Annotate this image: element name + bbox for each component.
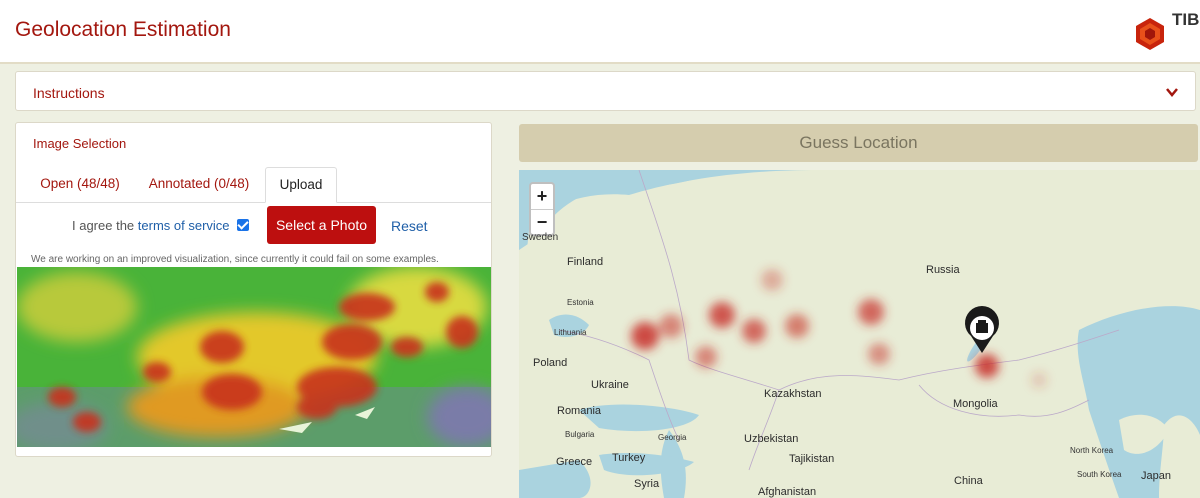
zoom-control: + −	[529, 182, 555, 236]
map-label: Tajikistan	[789, 453, 835, 465]
map-label: Bulgaria	[565, 430, 595, 439]
agree-prefix: I agree the	[72, 218, 135, 233]
map-label: Lithuania	[554, 328, 587, 337]
map-label: Poland	[533, 357, 568, 369]
visualization-notice: We are working on an improved visualizat…	[31, 254, 439, 265]
terms-link[interactable]: terms of service	[138, 218, 230, 233]
guess-location-button[interactable]: Guess Location	[519, 124, 1198, 162]
map-label: South Korea	[1077, 470, 1122, 479]
map-label: China	[954, 475, 983, 487]
map-label: Georgia	[658, 433, 687, 442]
map-label: Romania	[557, 405, 602, 417]
heatmap-image	[17, 267, 491, 447]
map-label: Uzbekistan	[744, 433, 799, 445]
terms-checkbox[interactable]	[237, 219, 250, 231]
map-label: Greece	[556, 456, 593, 468]
map-label: Finland	[567, 256, 604, 268]
tab-annotated[interactable]: Annotated (0/48)	[140, 167, 258, 201]
header-bar: Geolocation Estimation TIB	[0, 0, 1200, 64]
map-label: Russia	[926, 264, 960, 276]
zoom-in-button[interactable]: +	[531, 184, 553, 210]
terms-agreement: I agree the terms of service	[72, 218, 250, 233]
reset-link[interactable]: Reset	[391, 218, 428, 234]
instructions-label: Instructions	[33, 85, 105, 101]
map-label: North Korea	[1070, 446, 1114, 455]
instructions-panel[interactable]: Instructions	[15, 71, 1196, 111]
image-selection-panel: Image Selection Open (48/48) Annotated (…	[15, 122, 492, 457]
panel-title: Image Selection	[33, 136, 127, 151]
map-label: Kazakhstan	[764, 388, 822, 400]
tab-upload[interactable]: Upload	[265, 167, 337, 203]
map-view[interactable]: + − Sweden Finland Estonia Lithuania Pol…	[519, 170, 1200, 498]
map-label: Afghanistan	[758, 486, 817, 498]
map-label: Mongolia	[953, 398, 998, 410]
map-label: Ukraine	[591, 379, 629, 391]
select-photo-button[interactable]: Select a Photo	[267, 206, 376, 244]
tab-open[interactable]: Open (48/48)	[30, 167, 130, 201]
logo-text: TIB	[1172, 10, 1200, 29]
map-label: Syria	[634, 478, 660, 490]
chevron-down-icon[interactable]	[1165, 85, 1179, 99]
app-title: Geolocation Estimation	[15, 18, 231, 41]
map-label: Estonia	[567, 298, 594, 307]
map-label: Sweden	[522, 232, 559, 243]
map-label: Turkey	[612, 452, 646, 464]
tab-bar: Open (48/48) Annotated (0/48) Upload	[16, 167, 491, 203]
map-label: Japan	[1141, 470, 1171, 482]
